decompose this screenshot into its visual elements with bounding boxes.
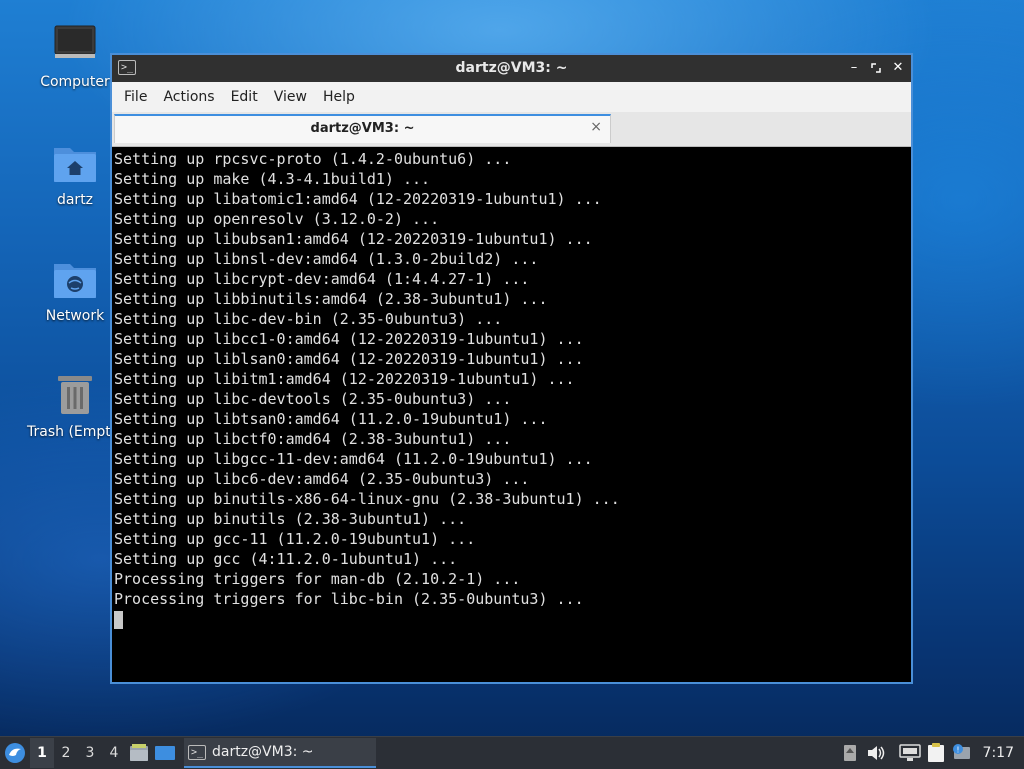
- menu-view[interactable]: View: [266, 82, 315, 112]
- taskbar-task-terminal[interactable]: >_ dartz@VM3: ~: [184, 738, 376, 768]
- terminal-line: Setting up make (4.3-4.1build1) ...: [114, 170, 431, 188]
- network-folder-icon: [51, 256, 99, 304]
- maximize-icon[interactable]: [868, 59, 884, 77]
- terminal-task-icon: >_: [188, 744, 206, 760]
- menu-help[interactable]: Help: [315, 82, 363, 112]
- terminal-line: Setting up libc6-dev:amd64 (2.35-0ubuntu…: [114, 470, 530, 488]
- file-manager-launcher[interactable]: [126, 738, 152, 768]
- desktop-icon-network[interactable]: Network: [27, 256, 123, 324]
- start-menu-button[interactable]: [0, 738, 30, 768]
- terminal-line: Setting up libcrypt-dev:amd64 (1:4.4.27-…: [114, 270, 530, 288]
- menu-file[interactable]: File: [116, 82, 155, 112]
- tab-title: dartz@VM3: ~: [310, 121, 415, 136]
- update-notifier-icon[interactable]: [837, 738, 863, 768]
- desktop-icon-label: Trash (Empty): [27, 424, 125, 440]
- terminal-line: Setting up libbinutils:amd64 (2.38-3ubun…: [114, 290, 548, 308]
- menu-edit[interactable]: Edit: [223, 82, 266, 112]
- desktop-icon-home[interactable]: dartz: [27, 140, 123, 208]
- desktop-icon-trash[interactable]: Trash (Empty): [27, 372, 125, 440]
- desktop-icon-label: Network: [45, 308, 105, 324]
- terminal-line: Setting up rpcsvc-proto (1.4.2-0ubuntu6)…: [114, 150, 512, 168]
- terminal-cursor: [114, 611, 123, 629]
- terminal-line: Setting up libcc1-0:amd64 (12-20220319-1…: [114, 330, 584, 348]
- workspace-3[interactable]: 3: [78, 738, 102, 768]
- terminal-line: Setting up gcc (4:11.2.0-1ubuntu1) ...: [114, 550, 458, 568]
- notification-icon[interactable]: !: [949, 738, 975, 768]
- terminal-line: Setting up libc-dev-bin (2.35-0ubuntu3) …: [114, 310, 503, 328]
- lubuntu-logo-icon: [5, 743, 25, 763]
- terminal-line: Setting up liblsan0:amd64 (12-20220319-1…: [114, 350, 584, 368]
- desktop-icon-label: Computer: [40, 74, 110, 90]
- home-folder-icon: [51, 140, 99, 188]
- terminal-line: Processing triggers for man-db (2.10.2-1…: [114, 570, 521, 588]
- terminal-window[interactable]: >_ dartz@VM3: ~ – ✕ File Actions Edit Vi…: [110, 53, 913, 684]
- file-manager-icon: [130, 744, 148, 761]
- desktop-icon-computer[interactable]: Computer: [27, 22, 123, 90]
- volume-icon[interactable]: [863, 738, 889, 768]
- taskbar: 1 2 3 4 >_ dartz@VM3: ~ ! 7:17: [0, 736, 1024, 769]
- terminal-line: Setting up libctf0:amd64 (2.38-3ubuntu1)…: [114, 430, 512, 448]
- workspace-1[interactable]: 1: [30, 738, 54, 768]
- close-icon[interactable]: ✕: [890, 59, 906, 77]
- workspace-4[interactable]: 4: [102, 738, 126, 768]
- menu-bar: File Actions Edit View Help: [112, 82, 911, 112]
- terminal-output[interactable]: Setting up rpcsvc-proto (1.4.2-0ubuntu6)…: [112, 147, 911, 682]
- terminal-line: Setting up libitm1:amd64 (12-20220319-1u…: [114, 370, 575, 388]
- terminal-line: Setting up libtsan0:amd64 (11.2.0-19ubun…: [114, 410, 548, 428]
- workspace-2[interactable]: 2: [54, 738, 78, 768]
- show-desktop-icon: [155, 746, 175, 760]
- network-status-icon[interactable]: [897, 738, 923, 768]
- svg-text:!: !: [956, 746, 959, 755]
- terminal-line: Setting up libc-devtools (2.35-0ubuntu3)…: [114, 390, 512, 408]
- terminal-line: Setting up binutils (2.38-3ubuntu1) ...: [114, 510, 467, 528]
- tab-close-icon[interactable]: ×: [590, 119, 602, 135]
- terminal-line: Setting up openresolv (3.12.0-2) ...: [114, 210, 440, 228]
- minimize-icon[interactable]: –: [846, 59, 862, 77]
- clipboard-icon[interactable]: [923, 738, 949, 768]
- terminal-line: Setting up libubsan1:amd64 (12-20220319-…: [114, 230, 593, 248]
- tab-terminal[interactable]: dartz@VM3: ~ ×: [114, 114, 611, 143]
- system-tray: ! 7:17: [837, 737, 1024, 769]
- terminal-line: Setting up libatomic1:amd64 (12-20220319…: [114, 190, 602, 208]
- window-title: dartz@VM3: ~: [455, 60, 568, 76]
- trash-icon: [51, 372, 99, 420]
- terminal-line: Setting up libnsl-dev:amd64 (1.3.0-2buil…: [114, 250, 539, 268]
- clock[interactable]: 7:17: [975, 745, 1024, 761]
- taskbar-task-label: dartz@VM3: ~: [212, 744, 314, 760]
- computer-icon: [51, 22, 99, 70]
- terminal-line: Setting up gcc-11 (11.2.0-19ubuntu1) ...: [114, 530, 476, 548]
- window-titlebar[interactable]: >_ dartz@VM3: ~ – ✕: [112, 55, 911, 82]
- desktop-icon-label: dartz: [56, 192, 94, 208]
- terminal-line: Setting up binutils-x86-64-linux-gnu (2.…: [114, 490, 620, 508]
- menu-actions[interactable]: Actions: [155, 82, 222, 112]
- show-desktop-button[interactable]: [152, 738, 178, 768]
- tab-bar: dartz@VM3: ~ ×: [112, 112, 911, 147]
- terminal-line: Processing triggers for libc-bin (2.35-0…: [114, 590, 584, 608]
- terminal-line: Setting up libgcc-11-dev:amd64 (11.2.0-1…: [114, 450, 593, 468]
